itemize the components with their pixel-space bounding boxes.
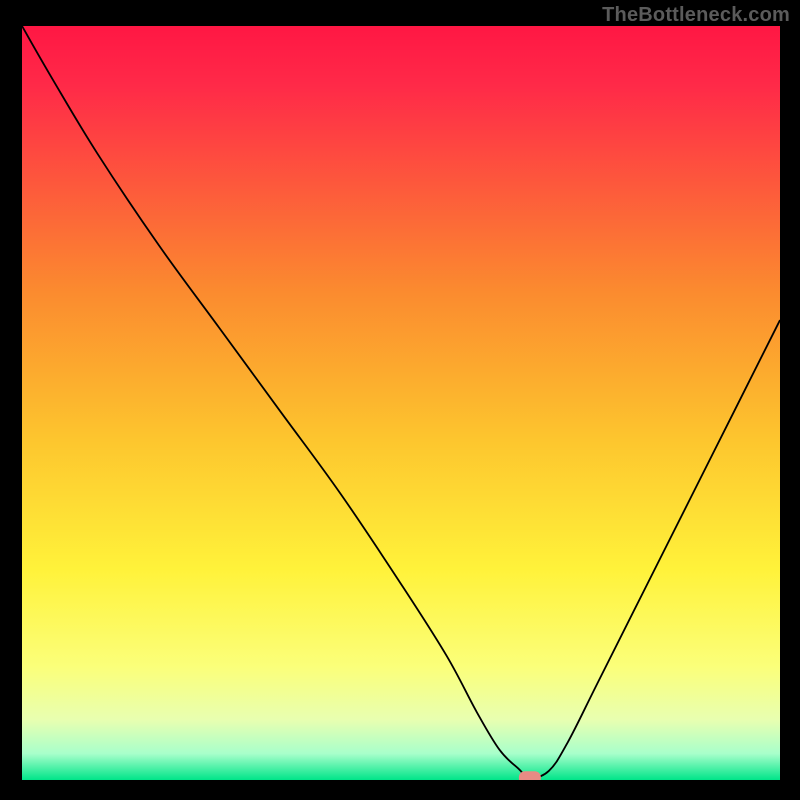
chart-plot-area — [22, 26, 780, 780]
chart-background-gradient — [22, 26, 780, 780]
chart-frame: TheBottleneck.com — [0, 0, 800, 800]
chart-svg — [22, 26, 780, 780]
watermark-text: TheBottleneck.com — [602, 4, 790, 27]
optimal-point-marker — [519, 771, 541, 780]
